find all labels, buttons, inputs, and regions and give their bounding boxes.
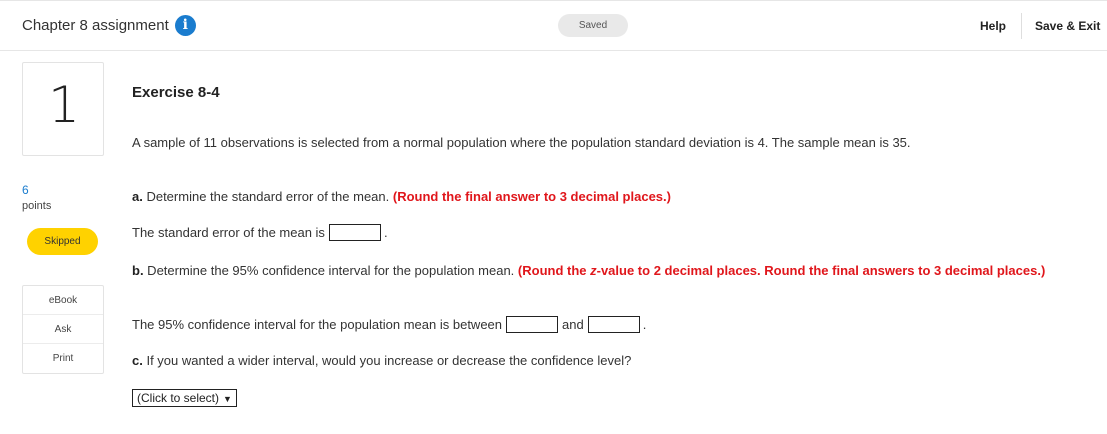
save-exit-button[interactable]: Save & Exit — [1035, 19, 1100, 33]
standard-error-input[interactable] — [328, 224, 381, 241]
part-b-question: b. Determine the 95% confidence interval… — [132, 263, 1072, 279]
ebook-button[interactable]: eBook — [23, 286, 103, 315]
interval-upper-input[interactable] — [587, 316, 640, 333]
and-label: and — [562, 317, 584, 332]
points-value: 6 — [22, 183, 29, 197]
top-header: Chapter 8 assignment i Saved Help Save &… — [0, 0, 1107, 51]
part-c-question: c. If you wanted a wider interval, would… — [132, 353, 631, 369]
skipped-status-badge: Skipped — [27, 228, 98, 255]
part-b-instruction-1: (Round the — [517, 263, 591, 278]
part-b-period: . — [642, 317, 647, 332]
part-b-instruction-2: -value to 2 decimal places. Round the fi… — [596, 263, 1046, 278]
part-a-text: Determine the standard error of the mean… — [142, 189, 393, 204]
help-button[interactable]: Help — [980, 19, 1006, 33]
ask-button[interactable]: Ask — [23, 315, 103, 344]
problem-statement: A sample of 11 observations is selected … — [132, 135, 911, 150]
question-number-box: 1 — [22, 62, 104, 156]
part-c-text: If you wanted a wider interval, would yo… — [142, 353, 632, 368]
part-b-label: b. — [132, 263, 144, 278]
question-number: 1 — [48, 76, 80, 134]
part-a-instruction: (Round the final answer to 3 decimal pla… — [392, 189, 671, 204]
exercise-title: Exercise 8-4 — [132, 84, 220, 101]
part-a-question: a. Determine the standard error of the m… — [132, 189, 671, 205]
confidence-level-select[interactable]: (Click to select) ▼ — [132, 389, 237, 407]
select-value: (Click to select) — [137, 391, 220, 405]
assignment-title: Chapter 8 assignment i — [22, 15, 196, 36]
part-a-answer-prefix: The standard error of the mean is — [132, 225, 325, 240]
saved-status-badge: Saved — [558, 14, 628, 37]
dropdown-caret-icon: ▼ — [223, 394, 232, 404]
part-a-label: a. — [132, 189, 143, 204]
part-a-period: . — [383, 225, 388, 240]
part-b-text: Determine the 95% confidence interval fo… — [143, 263, 518, 278]
part-c-label: c. — [132, 353, 143, 368]
assignment-title-text: Chapter 8 assignment — [22, 17, 169, 34]
print-button[interactable]: Print — [23, 344, 103, 373]
tools-panel: eBook Ask Print — [22, 285, 104, 374]
points-label: points — [22, 200, 52, 212]
part-a-answer-row: The standard error of the mean is . — [132, 224, 388, 241]
info-icon[interactable]: i — [174, 15, 196, 36]
interval-lower-input[interactable] — [506, 316, 559, 333]
part-b-answer-row: The 95% confidence interval for the popu… — [132, 316, 646, 333]
part-b-answer-prefix: The 95% confidence interval for the popu… — [132, 317, 503, 332]
header-divider — [1021, 13, 1022, 39]
